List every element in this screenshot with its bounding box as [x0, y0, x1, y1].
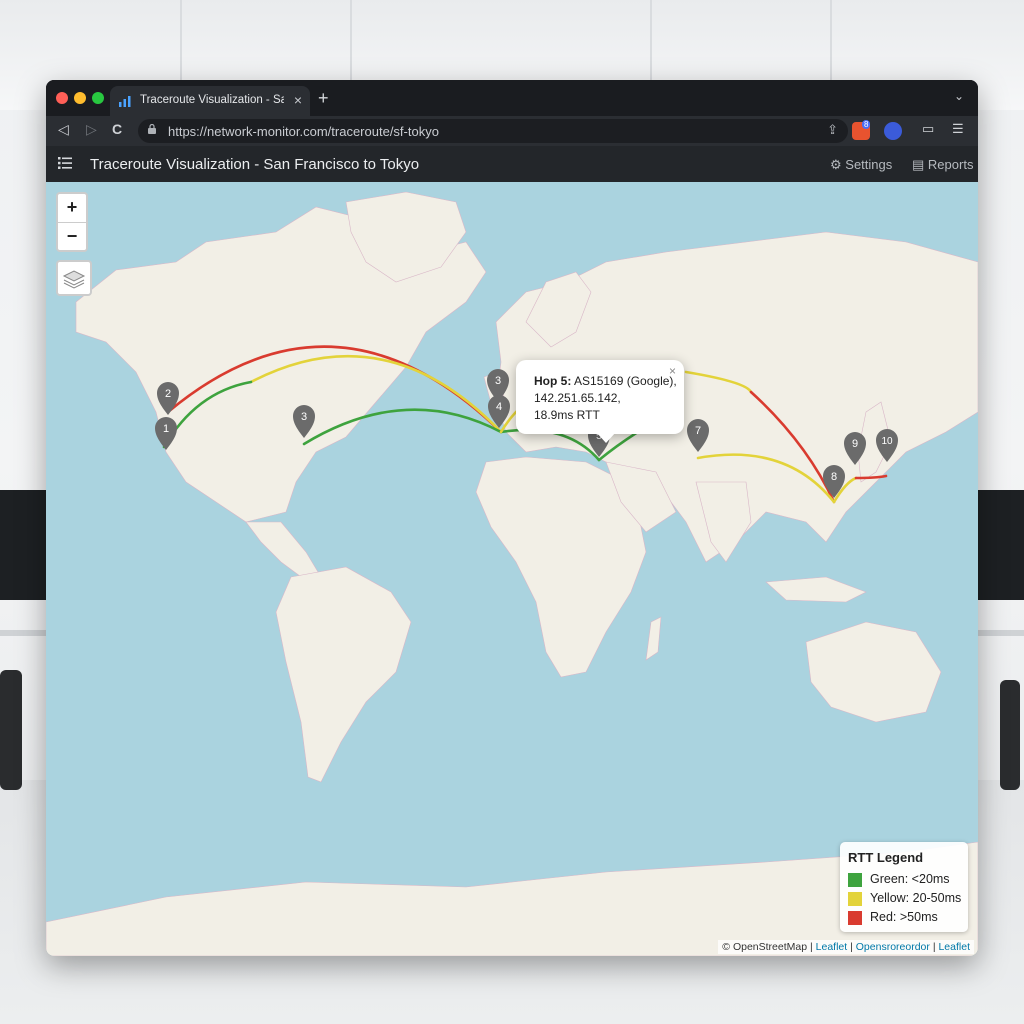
hop-label: 3: [495, 375, 501, 387]
zoom-control: + −: [56, 192, 88, 252]
page-title: Traceroute Visualization - San Francisco…: [90, 156, 420, 173]
antarctica-land: [46, 841, 978, 956]
layers-icon: [62, 270, 86, 289]
hop-label: 8: [831, 471, 837, 483]
settings-label: Settings: [845, 157, 893, 172]
hop-label: 4: [496, 401, 502, 413]
yellow-swatch: [848, 892, 862, 906]
app-header: Traceroute Visualization - San Francisco…: [46, 146, 978, 182]
office-wall-panel: [0, 490, 46, 600]
popup-tip: [596, 432, 616, 443]
hop-label: 10: [881, 436, 893, 447]
zoom-out-button[interactable]: −: [58, 223, 86, 251]
tab-list-chevron-icon[interactable]: ⌄: [954, 89, 964, 103]
map-attribution: © OpenStreetMap | Leaflet | Opensroreord…: [718, 940, 974, 954]
australia-land: [805, 621, 942, 723]
red-swatch: [848, 911, 862, 925]
map-canvas: 1 2 3 3 4 5 7 8 9 10: [46, 191, 978, 956]
office-chair: [1000, 680, 1020, 790]
sidebar-toggle-icon[interactable]: ▭: [922, 121, 934, 137]
close-tab-icon[interactable]: ×: [294, 92, 302, 108]
attribution-separator: |: [850, 941, 853, 953]
world-map[interactable]: 1 2 3 3 4 5 7 8 9 10 + − × Hop 5: AS1516…: [46, 182, 978, 956]
address-bar[interactable]: https://network-monitor.com/traceroute/s…: [138, 119, 848, 143]
landmasses: [46, 191, 978, 956]
hop-popup: × Hop 5: AS15169 (Google), 142.251.65.14…: [516, 360, 684, 434]
indonesia-land: [765, 576, 867, 603]
browser-tab[interactable]: Traceroute Visualization - San Francisco…: [110, 86, 310, 116]
share-icon[interactable]: ⇪: [827, 122, 838, 138]
hop-label: 9: [852, 438, 858, 450]
hop-label: 7: [695, 425, 701, 437]
popup-hop-label: Hop 5:: [534, 374, 572, 388]
browser-menu-icon[interactable]: ☰: [952, 121, 964, 137]
zoom-in-button[interactable]: +: [58, 194, 86, 223]
browser-toolbar: ◁ ▷ C https://network-monitor.com/tracer…: [46, 116, 978, 146]
extension-badge: 8: [862, 120, 871, 129]
lock-icon: [148, 124, 156, 134]
leaflet-link[interactable]: Leaflet: [816, 941, 848, 953]
legend-title: RTT Legend: [848, 850, 924, 865]
gear-icon: ⚙: [830, 157, 842, 172]
browser-window: Traceroute Visualization - San Francisco…: [46, 80, 978, 956]
attribution-separator: |: [932, 941, 936, 953]
legend-label: Red: >50ms: [870, 910, 938, 924]
hop-label: 2: [165, 388, 171, 400]
reload-button[interactable]: C: [112, 121, 122, 137]
hop-label: 3: [301, 411, 307, 423]
document-icon: ▤: [912, 157, 925, 172]
reports-label: Reports: [927, 157, 974, 172]
new-tab-button[interactable]: +: [318, 88, 329, 109]
green-swatch: [848, 873, 862, 887]
url-text: https://network-monitor.com/traceroute/s…: [168, 124, 439, 139]
popup-rtt: 18.9ms RTT: [534, 408, 600, 422]
legend-label: Green: <20ms: [870, 872, 950, 886]
office-desk: [978, 630, 1024, 636]
central-america-land: [245, 521, 322, 583]
leaflet-link-2[interactable]: Leaflet: [938, 941, 970, 953]
osm-attribution[interactable]: © OpenStreetMap: [722, 941, 807, 953]
back-button[interactable]: ◁: [58, 121, 69, 138]
other-attribution-link[interactable]: Opensroreordor: [856, 941, 930, 953]
extension-icon[interactable]: [884, 122, 902, 140]
brave-shield-icon[interactable]: 8: [852, 120, 871, 140]
rtt-legend: RTT Legend Green: <20ms Yellow: 20-50ms …: [840, 842, 968, 932]
minimize-window-button[interactable]: [74, 92, 86, 104]
south-america-land: [275, 566, 412, 783]
office-desk: [0, 630, 46, 636]
tab-title: Traceroute Visualization - San Francisco…: [140, 94, 284, 106]
popup-asn: AS15169 (Google),: [574, 374, 677, 388]
office-chair: [0, 670, 22, 790]
office-wall-panel: [978, 490, 1024, 600]
menu-list-icon[interactable]: [58, 157, 72, 169]
madagascar-land: [645, 616, 662, 661]
attribution-separator: |: [810, 941, 813, 953]
maximize-window-button[interactable]: [92, 92, 104, 104]
settings-link[interactable]: ⚙ Settings: [830, 157, 892, 173]
reports-link[interactable]: ▤ Reports: [912, 157, 973, 173]
popup-ip: 142.251.65.142,: [534, 391, 621, 405]
forward-button[interactable]: ▷: [86, 121, 97, 138]
close-window-button[interactable]: [56, 92, 68, 104]
layers-button[interactable]: [56, 260, 92, 296]
legend-label: Yellow: 20-50ms: [870, 891, 962, 905]
bar-chart-icon: [119, 96, 131, 107]
tab-bar: Traceroute Visualization - San Francisco…: [46, 80, 978, 116]
hop-label: 1: [163, 423, 169, 435]
